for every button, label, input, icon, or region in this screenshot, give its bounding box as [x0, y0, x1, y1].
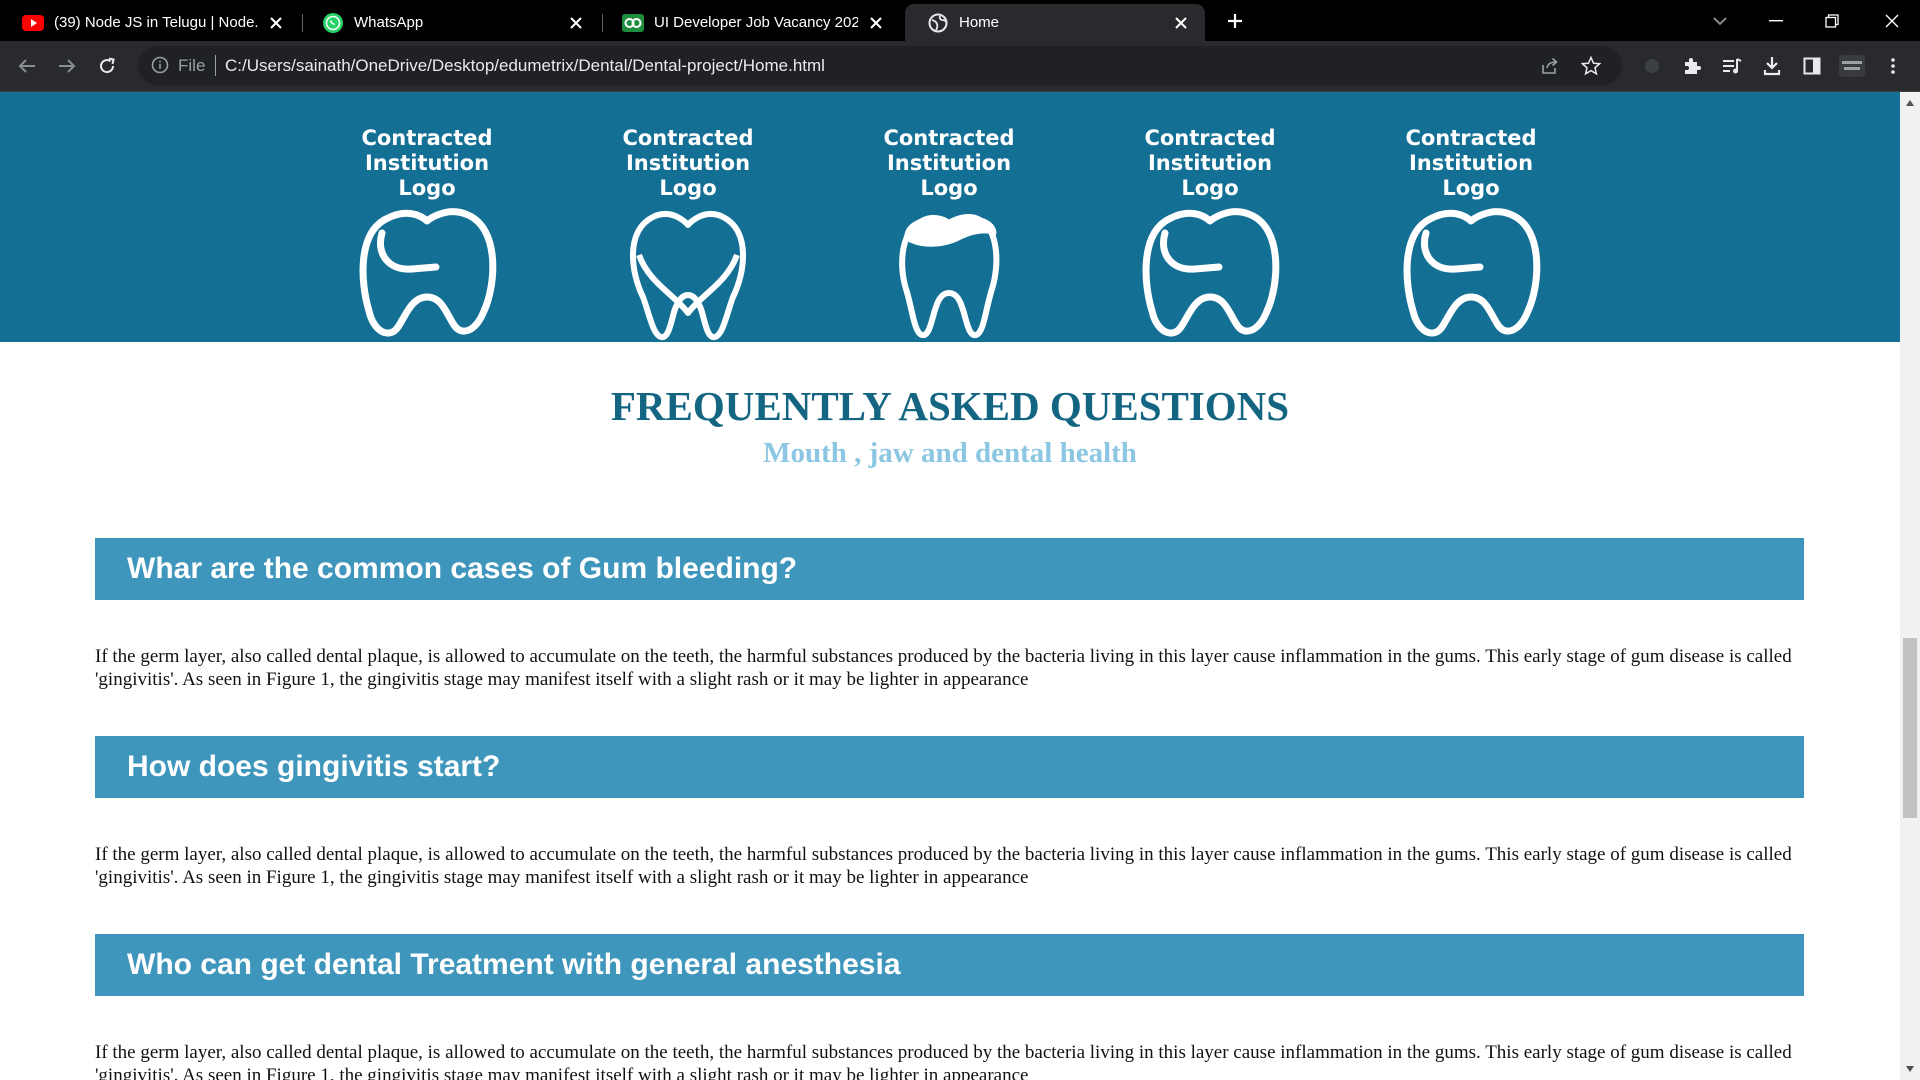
- side-panel-icon[interactable]: [1797, 51, 1827, 81]
- faq-question-3[interactable]: Who can get dental Treatment with genera…: [95, 934, 1804, 996]
- close-icon[interactable]: [1171, 13, 1191, 33]
- tooth-shine-icon: [899, 214, 1000, 338]
- download-icon[interactable]: [1757, 51, 1787, 81]
- browser-tab-strip: (39) Node JS in Telugu | Node.js T Whats…: [0, 0, 1920, 41]
- chevron-down-icon: [1713, 16, 1727, 25]
- url-scheme: File: [178, 56, 206, 75]
- scroll-down-arrow-icon[interactable]: [1903, 1062, 1917, 1076]
- logo-caption-line1: Contracted Institution: [622, 126, 754, 175]
- logo-caption-line1: Contracted Institution: [883, 126, 1015, 175]
- tab-title: Home: [959, 14, 1000, 31]
- logo-caption-line1: Contracted Institution: [1405, 126, 1537, 175]
- close-icon[interactable]: [866, 13, 886, 33]
- media-control-icon[interactable]: [1717, 51, 1747, 81]
- faq-question-1[interactable]: Whar are the common cases of Gum bleedin…: [95, 538, 1804, 600]
- close-icon[interactable]: [266, 13, 286, 33]
- scrollbar-thumb[interactable]: [1903, 638, 1917, 818]
- tab-title: (39) Node JS in Telugu | Node.js T: [54, 14, 258, 31]
- new-tab-button[interactable]: [1222, 8, 1248, 34]
- profile-avatar[interactable]: [1837, 51, 1867, 81]
- tab-whatsapp[interactable]: WhatsApp: [300, 4, 600, 41]
- faq-question-2[interactable]: How does gingivitis start?: [95, 736, 1804, 798]
- share-icon[interactable]: [1538, 54, 1562, 78]
- tab-search-button[interactable]: [1692, 0, 1748, 41]
- faq-answer-1: If the germ layer, also called dental pl…: [95, 646, 1792, 690]
- tab-youtube[interactable]: (39) Node JS in Telugu | Node.js T: [0, 4, 300, 41]
- tab-job-vacancy[interactable]: UI Developer Job Vacancy 2023 a: [600, 4, 900, 41]
- logo-caption: Contracted Institution Logo: [568, 126, 808, 201]
- logo-caption-line1: Contracted Institution: [361, 126, 493, 175]
- tooth-smile-icon: [1142, 208, 1280, 337]
- tooth-smile-icon: [1403, 208, 1541, 337]
- restore-button[interactable]: [1804, 0, 1860, 41]
- faq-title: FREQUENTLY ASKED QUESTIONS: [610, 383, 1290, 429]
- close-icon[interactable]: [566, 13, 586, 33]
- institution-logo-5: Contracted Institution Logo: [1351, 126, 1591, 343]
- tab-home[interactable]: Home: [905, 4, 1205, 41]
- scroll-up-arrow-icon[interactable]: [1903, 96, 1917, 110]
- tab-title: WhatsApp: [354, 14, 424, 31]
- logo-caption-line1: Contracted Institution: [1144, 126, 1276, 175]
- forward-button[interactable]: [52, 51, 82, 81]
- tooth-smile-icon: [359, 208, 497, 337]
- plus-icon: [1228, 14, 1242, 28]
- institution-logo-4: Contracted Institution Logo: [1090, 126, 1330, 343]
- faq-question-text: Who can get dental Treatment with genera…: [127, 948, 901, 981]
- faq-question-text: How does gingivitis start?: [127, 750, 501, 783]
- extension-icon[interactable]: [1637, 51, 1667, 81]
- info-icon[interactable]: [150, 55, 170, 75]
- reload-button[interactable]: [92, 51, 122, 81]
- menu-kebab-icon[interactable]: [1878, 51, 1908, 81]
- tab-title: UI Developer Job Vacancy 2023 a: [654, 14, 858, 31]
- tooth-heart-icon: [629, 211, 747, 341]
- logo-caption: Contracted Institution Logo: [307, 126, 547, 201]
- logo-caption: Contracted Institution Logo: [829, 126, 1069, 201]
- reload-icon: [100, 57, 115, 74]
- youtube-icon: [22, 12, 44, 34]
- institution-logo-3: Contracted Institution Logo: [829, 126, 1069, 343]
- logo-caption: Contracted Institution Logo: [1090, 126, 1330, 201]
- minimize-button[interactable]: [1748, 0, 1804, 41]
- institution-logo-2: Contracted Institution Logo: [568, 126, 808, 343]
- browser-toolbar: File C:/Users/sainath/OneDrive/Desktop/e…: [0, 41, 1920, 91]
- logo-caption-line2: Logo: [398, 176, 456, 200]
- page-viewport: Contracted Institution Logo Contracted I…: [0, 92, 1900, 1080]
- close-icon: [1885, 14, 1899, 27]
- vertical-scrollbar[interactable]: [1900, 92, 1920, 1080]
- divider: [215, 55, 216, 76]
- logo-caption-line2: Logo: [1442, 176, 1500, 200]
- faq-question-text: Whar are the common cases of Gum bleedin…: [127, 552, 798, 585]
- back-button[interactable]: [12, 51, 42, 81]
- faq-subtitle: Mouth , jaw and dental health: [763, 437, 1137, 469]
- star-icon[interactable]: [1579, 54, 1603, 78]
- naukri-icon: [622, 12, 644, 34]
- restore-icon: [1825, 13, 1839, 28]
- logo-caption-line2: Logo: [920, 176, 978, 200]
- logo-caption: Contracted Institution Logo: [1351, 126, 1591, 201]
- logo-caption-line2: Logo: [659, 176, 717, 200]
- globe-icon: [927, 12, 949, 34]
- institution-logos-band: Contracted Institution Logo Contracted I…: [0, 92, 1900, 342]
- whatsapp-icon: [322, 12, 344, 34]
- arrow-right-icon: [59, 59, 76, 73]
- address-bar[interactable]: File C:/Users/sainath/OneDrive/Desktop/e…: [138, 46, 1622, 85]
- logo-caption-line2: Logo: [1181, 176, 1239, 200]
- faq-answer-2: If the germ layer, also called dental pl…: [95, 844, 1792, 888]
- arrow-left-icon: [18, 59, 35, 73]
- extensions-puzzle-icon[interactable]: [1677, 51, 1707, 81]
- close-window-button[interactable]: [1864, 0, 1920, 41]
- minimize-icon: [1769, 19, 1783, 21]
- url-text[interactable]: C:/Users/sainath/OneDrive/Desktop/edumet…: [225, 56, 825, 76]
- faq-answer-3: If the germ layer, also called dental pl…: [95, 1042, 1792, 1080]
- institution-logo-1: Contracted Institution Logo: [307, 126, 547, 343]
